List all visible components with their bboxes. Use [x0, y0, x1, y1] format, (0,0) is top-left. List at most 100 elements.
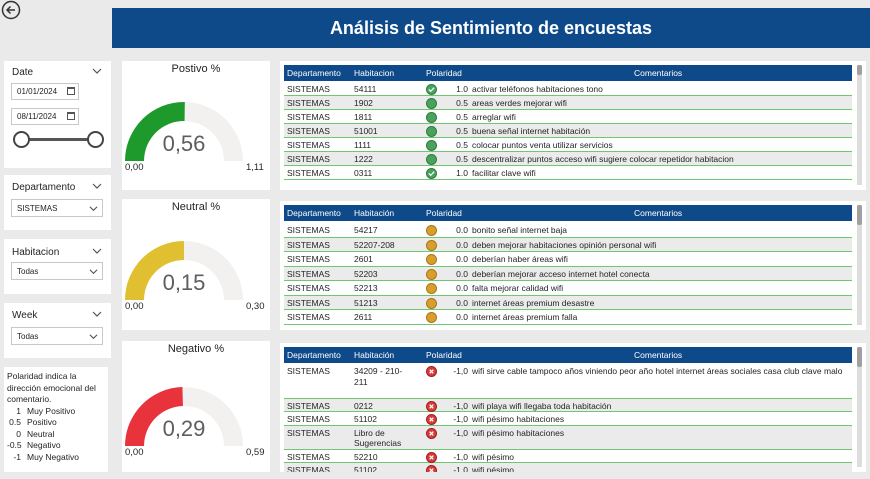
table-row[interactable]: SISTEMAS 51001 0.5 buena señal internet hab…: [284, 124, 852, 138]
table-header: Departamento Habitación Polaridad Comentari…: [284, 347, 852, 363]
column-header[interactable]: Habitación: [354, 208, 394, 218]
scrollbar-thumb[interactable]: [857, 205, 862, 225]
cell-habitacion: 1811: [354, 112, 373, 122]
departamento-dropdown[interactable]: SISTEMAS: [11, 199, 103, 217]
cell-habitacion: 34209 - 210-211: [354, 366, 403, 387]
cell-departamento: SISTEMAS: [287, 168, 330, 178]
table-row[interactable]: SISTEMAS 54111 1.0 activar teléfonos habita…: [284, 82, 852, 96]
cell-polaridad: 0.5: [456, 154, 468, 164]
calendar-icon[interactable]: [67, 87, 75, 95]
date-range-start-handle[interactable]: [13, 131, 30, 148]
cell-habitacion: 52210: [354, 451, 378, 462]
column-header[interactable]: Habitación: [354, 350, 394, 360]
cell-habitacion: Libro de Sugerencias: [354, 427, 402, 449]
table-row[interactable]: SISTEMAS 1811 0.5 arreglar wifi: [284, 110, 852, 124]
polarity-legend-item: 1 Muy Positivo: [7, 406, 105, 418]
date-end-input[interactable]: 08/11/2024: [11, 108, 79, 125]
gauge-value: 0,56: [162, 131, 206, 156]
cell-comentario: wifi pésimo: [472, 465, 515, 472]
date-start-input[interactable]: 01/01/2024: [11, 83, 79, 100]
gauge-max: 1,11: [246, 162, 264, 173]
column-header[interactable]: Polaridad: [426, 350, 462, 360]
cell-comentario: deberían mejorar acceso internet hotel c…: [472, 268, 650, 279]
chevron-down-icon: [89, 206, 98, 212]
table-row[interactable]: SISTEMAS 54217 0.0 bonito señal internet ba…: [284, 223, 852, 238]
date-slicer-label: Date: [12, 67, 34, 78]
scrollbar-thumb[interactable]: [857, 347, 862, 367]
gauge-min: 0,00: [125, 301, 144, 312]
column-header[interactable]: Habitacion: [354, 68, 394, 78]
cell-departamento: SISTEMAS: [287, 239, 330, 250]
cell-comentario: deben mejorar habitaciones opinión perso…: [472, 239, 657, 250]
cell-comentario: wifi pésimo: [472, 451, 515, 462]
table-header: Departamento Habitación Polaridad Comentari…: [284, 205, 852, 221]
column-header[interactable]: Comentarios: [634, 68, 682, 78]
column-header[interactable]: Departamento: [287, 350, 341, 360]
table-scrollbar[interactable]: [857, 65, 862, 185]
polarity-legend-value: 1: [16, 405, 21, 416]
table-row[interactable]: SISTEMAS 51213 0.0 internet áreas premium d…: [284, 295, 852, 310]
departamento-slicer-label: Departamento: [12, 182, 76, 193]
column-header[interactable]: Polaridad: [426, 208, 462, 218]
cell-departamento: SISTEMAS: [287, 465, 330, 472]
cell-habitacion: 1902: [354, 98, 373, 108]
cell-departamento: SISTEMAS: [287, 140, 330, 150]
cell-polaridad: -1,0: [453, 451, 468, 462]
cell-departamento: SISTEMAS: [287, 427, 330, 438]
calendar-icon[interactable]: [67, 112, 75, 120]
table-row[interactable]: SISTEMAS Libro de Sugerencias -1,0 wifi pés…: [284, 425, 852, 450]
cell-polaridad: 0.5: [456, 140, 468, 150]
table-row[interactable]: SISTEMAS 1111 0.5 colocar puntos venta util…: [284, 138, 852, 152]
cell-polaridad: 0.0: [456, 239, 468, 250]
cell-comentario: bonito señal internet baja: [472, 225, 567, 235]
habitacion-dropdown[interactable]: Todas: [11, 262, 103, 280]
gauge-negative: Negativo % 0,29 0,00 0,59: [122, 341, 270, 472]
table-row[interactable]: SISTEMAS 51102 -1,0 wifi pésimo: [284, 463, 852, 472]
departamento-value: SISTEMAS: [17, 204, 58, 213]
table-row[interactable]: SISTEMAS 1222 0.5 descentralizar puntos acc…: [284, 152, 852, 166]
column-header[interactable]: Comentarios: [634, 208, 682, 218]
table-row[interactable]: SISTEMAS 34209 - 210-211 -1,0 wifi sirve ca…: [284, 364, 852, 399]
date-range-end-handle[interactable]: [87, 131, 104, 148]
back-arrow-icon[interactable]: [1, 0, 21, 20]
chevron-down-icon[interactable]: [92, 246, 102, 256]
table-row[interactable]: SISTEMAS 2601 0.0 deberían haber áreas wifi: [284, 252, 852, 267]
chevron-down-icon[interactable]: [92, 66, 102, 76]
gauge-neutral: Neutral % 0,15 0,00 0,30: [122, 199, 270, 330]
cell-departamento: SISTEMAS: [287, 451, 330, 462]
gauge-max: 0,30: [246, 301, 265, 312]
cell-polaridad: 0.0: [456, 283, 468, 293]
cell-habitacion: 0212: [354, 400, 373, 411]
table-row[interactable]: SISTEMAS 0212 -1,0 wifi playa wifi llegaba …: [284, 398, 852, 412]
table-positive: Departamento Habitacion Polaridad Comentari…: [280, 61, 866, 190]
cell-departamento: SISTEMAS: [287, 98, 330, 108]
table-row[interactable]: SISTEMAS 2611 0.0 internet áreas premium fa…: [284, 310, 852, 325]
cell-comentario: arreglar wifi: [472, 112, 516, 122]
week-dropdown[interactable]: Todas: [11, 327, 103, 345]
column-header[interactable]: Departamento: [287, 68, 341, 78]
scrollbar-thumb[interactable]: [857, 65, 862, 75]
polarity-legend-item: -1 Muy Negativo: [7, 452, 105, 464]
table-row[interactable]: SISTEMAS 1902 0.5 areas verdes mejorar wifi: [284, 96, 852, 110]
table-row[interactable]: SISTEMAS 52210 -1,0 wifi pésimo: [284, 450, 852, 463]
cell-habitacion: 1222: [354, 154, 373, 164]
cell-polaridad: 0.5: [456, 126, 468, 136]
date-range-track: [22, 138, 96, 141]
cell-departamento: SISTEMAS: [287, 297, 330, 308]
cell-polaridad: 0.0: [456, 312, 468, 322]
column-header[interactable]: Polaridad: [426, 68, 462, 78]
table-row[interactable]: SISTEMAS 51102 -1,0 wifi pésimo habitacione…: [284, 412, 852, 426]
gauge-title: Neutral %: [171, 201, 221, 213]
table-row[interactable]: SISTEMAS 52213 0.0 falta mejorar calidad wi…: [284, 281, 852, 296]
table-row[interactable]: SISTEMAS 52203 0.0 deberían mejorar acceso …: [284, 266, 852, 281]
cell-polaridad: 0.0: [456, 225, 468, 235]
cell-departamento: SISTEMAS: [287, 283, 330, 293]
cell-polaridad: -1,0: [453, 366, 468, 376]
table-row[interactable]: SISTEMAS 52207-208 0.0 deben mejorar habita…: [284, 237, 852, 252]
gauge-max: 0,59: [246, 447, 265, 458]
chevron-down-icon[interactable]: [92, 309, 102, 319]
table-row[interactable]: SISTEMAS 0311 1.0 facilitar clave wifi: [284, 166, 852, 180]
column-header[interactable]: Comentarios: [634, 350, 682, 360]
chevron-down-icon[interactable]: [92, 181, 102, 191]
column-header[interactable]: Departamento: [287, 208, 341, 218]
